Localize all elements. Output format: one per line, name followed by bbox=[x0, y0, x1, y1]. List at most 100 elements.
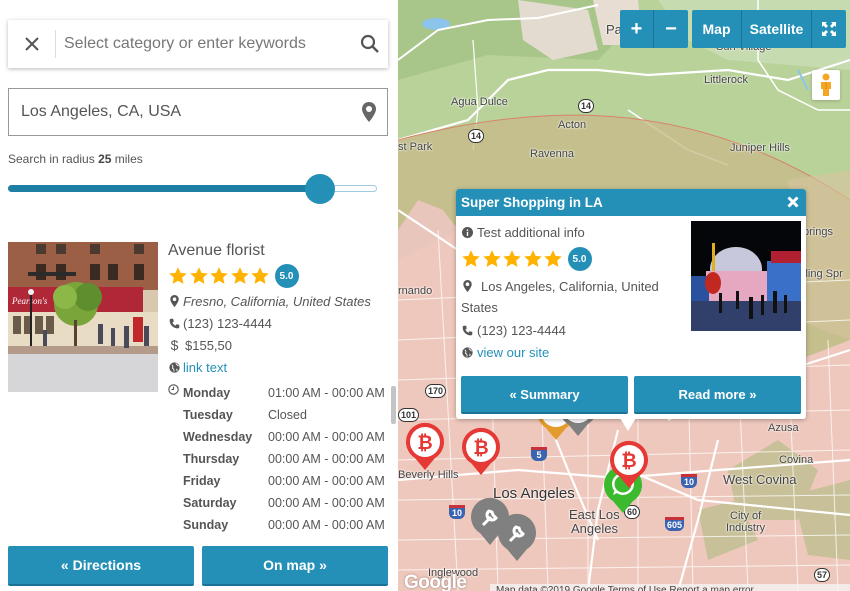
radius-slider[interactable] bbox=[8, 174, 377, 204]
search-button[interactable] bbox=[352, 20, 388, 68]
rating-badge: 5.0 bbox=[567, 247, 592, 271]
listing-link[interactable]: link text bbox=[183, 360, 227, 375]
directions-button[interactable]: « Directions bbox=[8, 546, 194, 586]
shopping-mall-image bbox=[691, 221, 801, 331]
map-pin-icon bbox=[362, 102, 376, 122]
bitcoin-icon: ₿ bbox=[417, 433, 432, 454]
summary-button[interactable]: « Summary bbox=[461, 376, 628, 414]
highway-shield: 14 bbox=[468, 129, 485, 143]
hours-day: Wednesday bbox=[183, 430, 253, 444]
slider-handle[interactable] bbox=[304, 174, 335, 204]
highway-shield: 10 bbox=[449, 505, 465, 519]
hours-time: 00:00 AM - 00:00 AM bbox=[268, 518, 385, 532]
clock-icon bbox=[168, 384, 179, 395]
map-attribution[interactable]: Map data ©2019 Google Terms of Use Repor… bbox=[490, 584, 850, 591]
listing-rating: 5.0 bbox=[168, 262, 388, 290]
keyword-search-box bbox=[8, 20, 388, 68]
hours-time: 00:00 AM - 00:00 AM bbox=[268, 430, 385, 444]
listing-website: link text bbox=[168, 356, 388, 378]
map-type-satellite-button[interactable]: Satellite bbox=[742, 10, 812, 48]
info-window-pointer bbox=[620, 418, 636, 431]
map[interactable]: Pa Sun Village Littlerock Agua Dulce Act… bbox=[398, 0, 850, 591]
globe-icon bbox=[462, 346, 473, 358]
rating-badge: 5.0 bbox=[274, 264, 299, 288]
map-type-map-button[interactable]: Map bbox=[692, 10, 742, 48]
radius-prefix: Search in radius bbox=[8, 152, 95, 166]
hours-row: Sunday 00:00 AM - 00:00 AM bbox=[183, 514, 385, 536]
hours-row: Monday 01:00 AM - 00:00 AM bbox=[183, 382, 385, 404]
locate-button[interactable] bbox=[351, 102, 387, 122]
listing-phone-text: (123) 123-4444 bbox=[183, 315, 272, 331]
star-icon bbox=[169, 267, 187, 284]
street-view-pegman[interactable] bbox=[812, 70, 840, 100]
clear-search-button[interactable] bbox=[8, 20, 55, 68]
phone-icon bbox=[462, 325, 473, 335]
search-icon bbox=[360, 34, 379, 53]
location-box bbox=[8, 88, 388, 136]
opening-hours: Monday 01:00 AM - 00:00 AM Tuesday Closed We… bbox=[168, 382, 393, 536]
slider-fill bbox=[8, 185, 320, 192]
info-window-website-link[interactable]: view our site bbox=[477, 345, 549, 360]
star-icon bbox=[462, 250, 480, 267]
highway-shield: 170 bbox=[425, 384, 447, 398]
star-icon bbox=[523, 250, 542, 267]
highway-shield: 10 bbox=[681, 474, 697, 488]
hours-day: Tuesday bbox=[183, 408, 233, 422]
info-window-info-text: Test additional info bbox=[477, 224, 585, 240]
listing-info: Avenue florist 5.0 Fresno, California, U… bbox=[168, 242, 388, 378]
bitcoin-marker[interactable]: ₿ bbox=[461, 427, 501, 477]
google-logo[interactable]: Google bbox=[404, 572, 467, 591]
info-window: Super Shopping in LA Test additional inf… bbox=[456, 189, 806, 431]
listing-title[interactable]: Avenue florist bbox=[168, 242, 388, 262]
highway-shield: 605 bbox=[665, 517, 685, 531]
info-window-phone-text: (123) 123-4444 bbox=[477, 322, 566, 338]
tool-marker[interactable] bbox=[497, 513, 537, 563]
listing-price-text: $155,50 bbox=[185, 337, 232, 353]
close-icon bbox=[24, 37, 39, 51]
star-rating bbox=[461, 249, 564, 269]
location-input[interactable] bbox=[9, 90, 351, 134]
pegman-icon bbox=[821, 73, 831, 96]
hours-time: 01:00 AM - 00:00 AM bbox=[268, 386, 385, 400]
hours-row: Tuesday Closed bbox=[183, 404, 385, 426]
info-window-photo[interactable] bbox=[691, 221, 801, 331]
zoom-out-button[interactable]: − bbox=[654, 10, 688, 48]
radius-label: Search in radius 25 miles bbox=[8, 152, 143, 166]
on-map-button[interactable]: On map » bbox=[202, 546, 388, 586]
info-window-body: Test additional info 5.0 Los Angeles, Ca… bbox=[461, 221, 681, 363]
map-type-control: Map Satellite bbox=[692, 10, 846, 48]
listing-address-text: Fresno, California, United States bbox=[183, 293, 371, 309]
star-icon bbox=[189, 267, 208, 284]
phone-icon bbox=[169, 318, 180, 328]
star-icon bbox=[230, 267, 249, 284]
keyword-search-input[interactable] bbox=[56, 21, 352, 67]
radius-unit: miles bbox=[114, 152, 143, 166]
listing-address: Fresno, California, United States bbox=[168, 290, 388, 312]
bitcoin-marker[interactable]: ₿ bbox=[405, 422, 445, 472]
search-panel: Search in radius 25 miles Pear bbox=[0, 0, 398, 591]
star-icon bbox=[251, 267, 269, 284]
hours-day: Sunday bbox=[183, 518, 229, 532]
info-window-close-button[interactable] bbox=[784, 193, 802, 211]
star-icon bbox=[544, 250, 562, 267]
read-more-button[interactable]: Read more » bbox=[634, 376, 801, 414]
listing-photo[interactable]: Pearson's bbox=[8, 242, 158, 392]
scrollbar-thumb[interactable] bbox=[391, 386, 396, 424]
fullscreen-button[interactable] bbox=[812, 10, 846, 48]
listing-card: Pearson's Avenue florist 5.0 Fresno, Cal… bbox=[8, 242, 388, 538]
highway-shield: 101 bbox=[398, 408, 420, 422]
listing-phone: (123) 123-4444 bbox=[168, 312, 388, 334]
dollar-icon: $ bbox=[170, 337, 179, 353]
info-window-additional: Test additional info bbox=[461, 221, 681, 243]
hours-day: Monday bbox=[183, 386, 231, 400]
hours-row: Friday 00:00 AM - 00:00 AM bbox=[183, 470, 385, 492]
info-window-address-line1: Los Angeles, California, United bbox=[481, 278, 659, 294]
app: Search in radius 25 miles Pear bbox=[0, 0, 850, 591]
star-rating bbox=[168, 266, 271, 286]
svg-text:Pearson's: Pearson's bbox=[11, 296, 48, 306]
bitcoin-marker[interactable]: ₿ bbox=[609, 440, 649, 490]
hours-time: 00:00 AM - 00:00 AM bbox=[268, 496, 385, 510]
hours-day: Saturday bbox=[183, 496, 237, 510]
close-icon bbox=[787, 196, 799, 208]
zoom-in-button[interactable]: + bbox=[620, 10, 654, 48]
